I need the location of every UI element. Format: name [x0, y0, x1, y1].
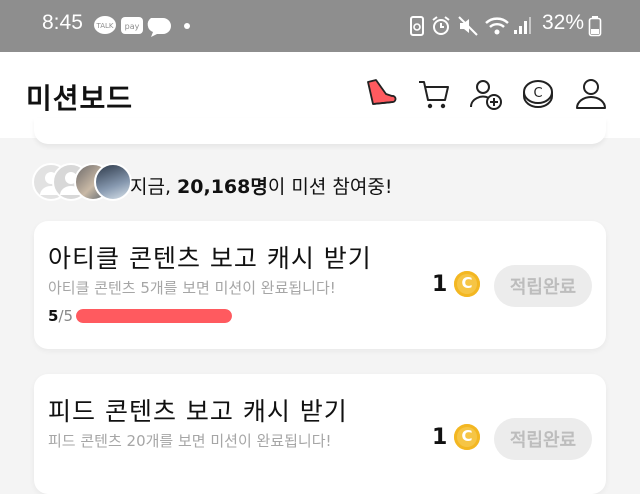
- dot-icon: [184, 23, 190, 29]
- signal-icon: [514, 17, 531, 34]
- mission-card[interactable]: 피드 콘텐츠 보고 캐시 받기 피드 콘텐츠 20개를 보면 미션이 완료됩니다…: [34, 374, 606, 494]
- coin-icon: C: [454, 424, 480, 450]
- status-time: 8:45: [42, 11, 83, 34]
- battery-percent: 32%: [541, 11, 584, 34]
- mission-title: 아티클 콘텐츠 보고 캐시 받기: [48, 244, 372, 273]
- svg-text:TALK: TALK: [95, 22, 113, 30]
- chat-bubble-icon: [147, 18, 171, 37]
- progress-total: /5: [58, 307, 74, 325]
- claimed-button[interactable]: 적립완료: [494, 418, 592, 460]
- mute-icon: [458, 16, 478, 36]
- participant-suffix: 이 미션 참여중!: [267, 176, 393, 198]
- mission-description: 피드 콘텐츠 20개를 보면 미션이 완료됩니다!: [48, 432, 332, 450]
- coin-icon[interactable]: C: [520, 76, 556, 112]
- talk-icon: TALK: [94, 16, 116, 34]
- avatar: [94, 163, 132, 201]
- participant-count-text: 지금, 20,168명이 미션 참여중!: [130, 172, 392, 199]
- recycle-icon: [410, 16, 424, 36]
- coin-symbol: C: [461, 427, 473, 445]
- progress-bar-fill: [76, 309, 232, 323]
- claimed-button[interactable]: 적립완료: [494, 265, 592, 307]
- svg-text:pay: pay: [125, 22, 140, 31]
- coin-symbol: C: [461, 274, 473, 292]
- mission-progress: 5/5: [48, 307, 73, 325]
- alarm-icon: [432, 16, 450, 35]
- mission-description: 아티클 콘텐츠 5개를 보면 미션이 완료됩니다!: [48, 279, 336, 297]
- previous-card-edge: [34, 118, 606, 144]
- profile-icon[interactable]: [573, 76, 609, 112]
- progress-current: 5: [48, 307, 59, 325]
- wifi-icon: [485, 17, 509, 35]
- page-title: 미션보드: [26, 82, 134, 115]
- reward-amount: 1: [432, 425, 448, 450]
- add-friend-icon[interactable]: [468, 76, 504, 112]
- reward-amount: 1: [432, 272, 448, 297]
- mission-card[interactable]: 아티클 콘텐츠 보고 캐시 받기 아티클 콘텐츠 5개를 보면 미션이 완료됩니…: [34, 221, 606, 349]
- cart-icon[interactable]: [416, 76, 452, 112]
- pay-icon: pay: [121, 17, 143, 34]
- progress-bar: [76, 309, 232, 323]
- mission-title: 피드 콘텐츠 보고 캐시 받기: [48, 397, 348, 426]
- battery-icon: [588, 16, 602, 37]
- participant-prefix: 지금,: [130, 176, 178, 198]
- shoe-icon[interactable]: [362, 76, 398, 112]
- coin-icon: C: [454, 271, 480, 297]
- participant-count: 20,168명: [177, 176, 268, 198]
- svg-text:C: C: [533, 86, 542, 101]
- status-bar: 8:45 TALK pay 32%: [0, 0, 640, 52]
